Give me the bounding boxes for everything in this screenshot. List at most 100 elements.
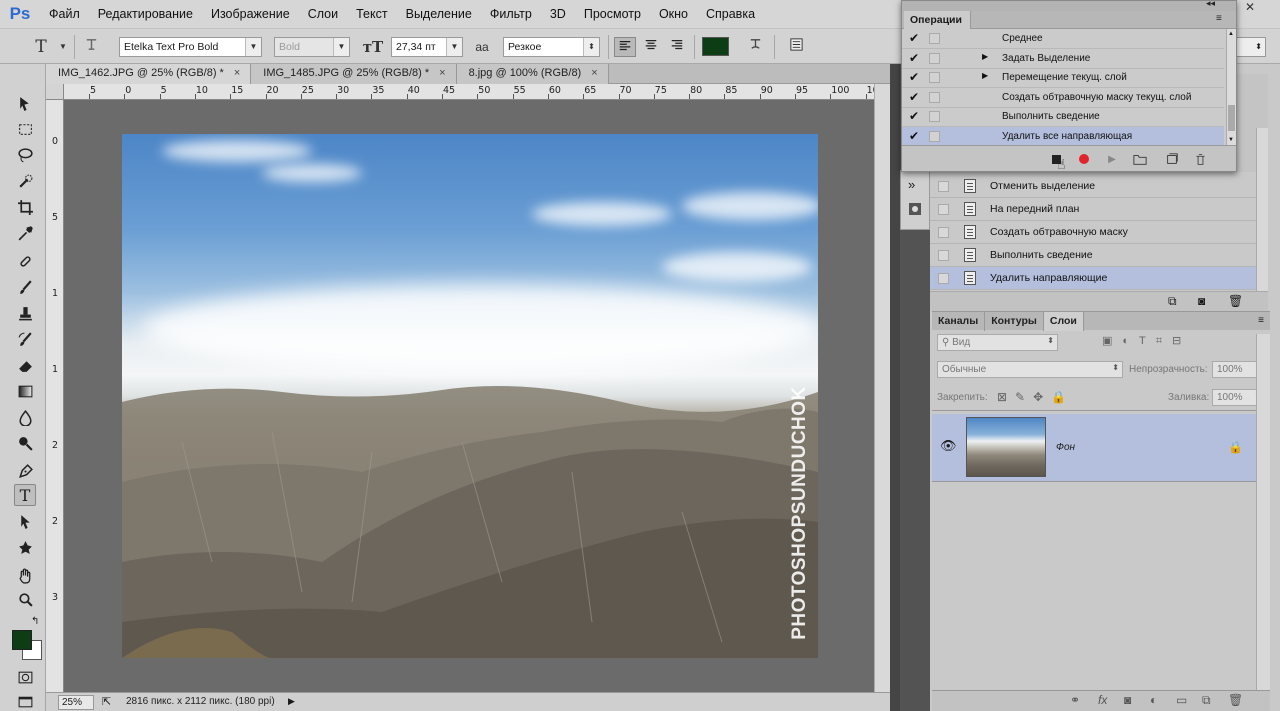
marquee-tool-icon[interactable]: [14, 118, 36, 140]
eyedropper-tool-icon[interactable]: [14, 222, 36, 244]
dodge-tool-icon[interactable]: [14, 432, 36, 454]
action-item-selected[interactable]: ✔ Удалить все направляющая: [902, 126, 1224, 147]
menu-file[interactable]: Файл: [40, 7, 89, 21]
menu-edit[interactable]: Редактирование: [89, 7, 202, 21]
tab-layers[interactable]: Слои: [1043, 312, 1084, 331]
history-scrollbar[interactable]: [1256, 128, 1268, 292]
gradient-tool-icon[interactable]: [14, 380, 36, 402]
dialog-toggle-box[interactable]: [929, 111, 940, 122]
menu-help[interactable]: Справка: [697, 7, 764, 21]
layer-filter-select[interactable]: ⚲ Вид ⬍: [937, 334, 1058, 351]
play-icon[interactable]: ▶: [1104, 151, 1120, 167]
tool-presets-icon[interactable]: [907, 201, 923, 215]
export-icon[interactable]: ⇱: [102, 695, 111, 708]
layers-scrollbar[interactable]: [1256, 334, 1270, 690]
adjustment-layer-icon[interactable]: ◐: [1150, 693, 1157, 707]
tab-img-1462[interactable]: IMG_1462.JPG @ 25% (RGB/8) * ×: [46, 64, 252, 84]
menu-window[interactable]: Окно: [650, 7, 697, 21]
vertical-ruler[interactable]: 0 5 1 1 2 2 3: [46, 100, 64, 692]
type-tool-preset-icon[interactable]: T: [30, 37, 52, 57]
status-menu-arrow-icon[interactable]: ▶: [288, 696, 295, 707]
screen-mode-icon[interactable]: [14, 690, 36, 711]
history-item[interactable]: Выполнить сведение: [930, 244, 1256, 267]
history-item[interactable]: На передний план: [930, 198, 1256, 221]
tab-8-jpg[interactable]: 8.jpg @ 100% (RGB/8) ×: [456, 64, 609, 84]
swap-colors-icon[interactable]: ↰: [31, 616, 39, 627]
pen-tool-icon[interactable]: [14, 460, 36, 482]
custom-shape-tool-icon[interactable]: [14, 536, 36, 558]
document-vertical-scrollbar[interactable]: [874, 84, 890, 692]
check-icon[interactable]: ✔: [909, 70, 919, 84]
arrange-icon[interactable]: »: [908, 177, 915, 192]
clone-stamp-tool-icon[interactable]: [14, 302, 36, 324]
preset-chevron-down-icon[interactable]: ▼: [52, 37, 74, 57]
horizontal-ruler[interactable]: 5 0 5 10 15 20 25 30 35 40 45 50 55 60 65 70 75 80 85 90 95 1…: [64, 84, 874, 100]
quick-mask-icon[interactable]: [14, 666, 36, 688]
lasso-tool-icon[interactable]: [14, 144, 36, 166]
link-layers-icon[interactable]: ⚭: [1070, 693, 1080, 707]
eraser-tool-icon[interactable]: [14, 354, 36, 376]
check-icon[interactable]: ✔: [909, 51, 919, 65]
tab-img-1485[interactable]: IMG_1485.JPG @ 25% (RGB/8) * ×: [251, 64, 457, 84]
move-tool-icon[interactable]: [14, 92, 36, 114]
check-icon[interactable]: ✔: [909, 129, 919, 143]
scroll-up-icon[interactable]: ▲: [1228, 31, 1234, 37]
scroll-down-icon[interactable]: ▼: [1228, 137, 1234, 143]
tab-actions[interactable]: Операции: [904, 11, 971, 29]
mountain-photo[interactable]: PHOTOSHOPSUNDUCHOK: [122, 134, 818, 658]
check-icon[interactable]: ✔: [909, 90, 919, 104]
dialog-toggle-box[interactable]: [929, 72, 940, 83]
new-group-icon[interactable]: ▭: [1176, 693, 1187, 707]
document-canvas[interactable]: PHOTOSHOPSUNDUCHOK: [64, 100, 874, 692]
action-item[interactable]: ✔ Среднее: [902, 29, 1224, 49]
blur-tool-icon[interactable]: [14, 406, 36, 428]
camera-icon[interactable]: ◙: [1198, 294, 1205, 308]
healing-brush-tool-icon[interactable]: [14, 250, 36, 272]
history-item-selected[interactable]: Удалить направляющие: [930, 267, 1256, 290]
brush-tool-icon[interactable]: [14, 276, 36, 298]
close-icon[interactable]: ×: [439, 67, 445, 79]
menu-image[interactable]: Изображение: [202, 7, 299, 21]
check-icon[interactable]: ✔: [909, 109, 919, 123]
layer-row[interactable]: 👁 Фон 🔒: [932, 414, 1256, 482]
toggle-text-orientation-icon[interactable]: [80, 37, 102, 57]
add-mask-icon[interactable]: ◙: [1124, 693, 1131, 707]
hand-tool-icon[interactable]: [14, 564, 36, 586]
new-set-folder-icon[interactable]: [1132, 151, 1148, 167]
foreground-color-swatch[interactable]: [12, 630, 32, 650]
path-selection-tool-icon[interactable]: [14, 510, 36, 532]
panel-menu-icon[interactable]: ≡: [1216, 13, 1222, 24]
tab-paths[interactable]: Контуры: [985, 312, 1044, 331]
history-brush-tool-icon[interactable]: [14, 328, 36, 350]
zoom-tool-icon[interactable]: [14, 588, 36, 610]
lock-options-icons[interactable]: ⊠✎✥🔒: [997, 390, 1074, 404]
new-action-icon[interactable]: [1164, 151, 1180, 167]
action-item[interactable]: ✔ Выполнить сведение: [902, 107, 1224, 127]
dialog-toggle-box[interactable]: [929, 33, 940, 44]
dialog-toggle-box[interactable]: [929, 52, 940, 64]
action-item[interactable]: ✔ Создать обтравочную маску текущ. слой: [902, 88, 1224, 108]
menu-type[interactable]: Текст: [347, 7, 396, 21]
check-icon[interactable]: ✔: [909, 31, 919, 45]
antialias-select[interactable]: Резкое ⬍: [503, 37, 600, 57]
actions-scrollbar[interactable]: ▲ ▼: [1226, 29, 1236, 145]
close-icon[interactable]: ×: [234, 67, 240, 79]
history-item[interactable]: Создать обтравочную маску: [930, 221, 1256, 244]
font-family-select[interactable]: Etelka Text Pro Bold ▼: [119, 37, 262, 57]
delete-layer-icon[interactable]: 🗑: [1228, 693, 1243, 707]
text-color-swatch[interactable]: [702, 37, 729, 56]
menu-select[interactable]: Выделение: [397, 7, 481, 21]
new-layer-icon[interactable]: ⧉: [1202, 693, 1211, 708]
crop-tool-icon[interactable]: [14, 196, 36, 218]
collapse-icon[interactable]: ◂◂: [1206, 0, 1215, 9]
align-left-icon[interactable]: [614, 37, 636, 57]
dialog-toggle-box[interactable]: [929, 91, 940, 103]
panel-menu-icon[interactable]: ≡: [1252, 312, 1270, 330]
expand-triangle-icon[interactable]: ▶: [982, 52, 988, 61]
expand-triangle-icon[interactable]: ▶: [982, 71, 988, 80]
trash-icon[interactable]: 🗑: [1228, 294, 1243, 308]
record-icon[interactable]: [1076, 151, 1092, 167]
close-icon[interactable]: ×: [591, 67, 597, 79]
align-center-icon[interactable]: [640, 37, 662, 57]
tab-channels[interactable]: Каналы: [932, 312, 986, 331]
